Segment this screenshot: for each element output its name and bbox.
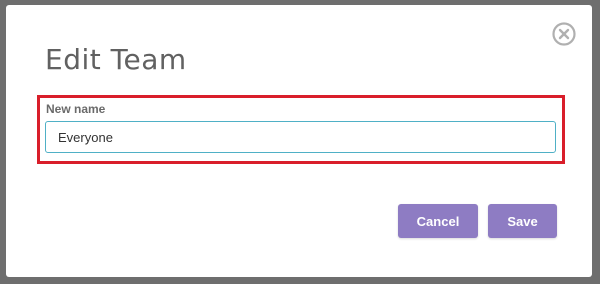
edit-team-dialog: Edit Team New name Cancel Save: [6, 5, 592, 277]
close-button[interactable]: [551, 21, 577, 47]
dialog-title: Edit Team: [45, 43, 187, 76]
save-button[interactable]: Save: [488, 204, 557, 238]
new-name-label: New name: [46, 102, 106, 116]
close-circle-icon: [551, 21, 577, 47]
new-name-input[interactable]: [45, 121, 556, 153]
cancel-button[interactable]: Cancel: [398, 204, 478, 238]
